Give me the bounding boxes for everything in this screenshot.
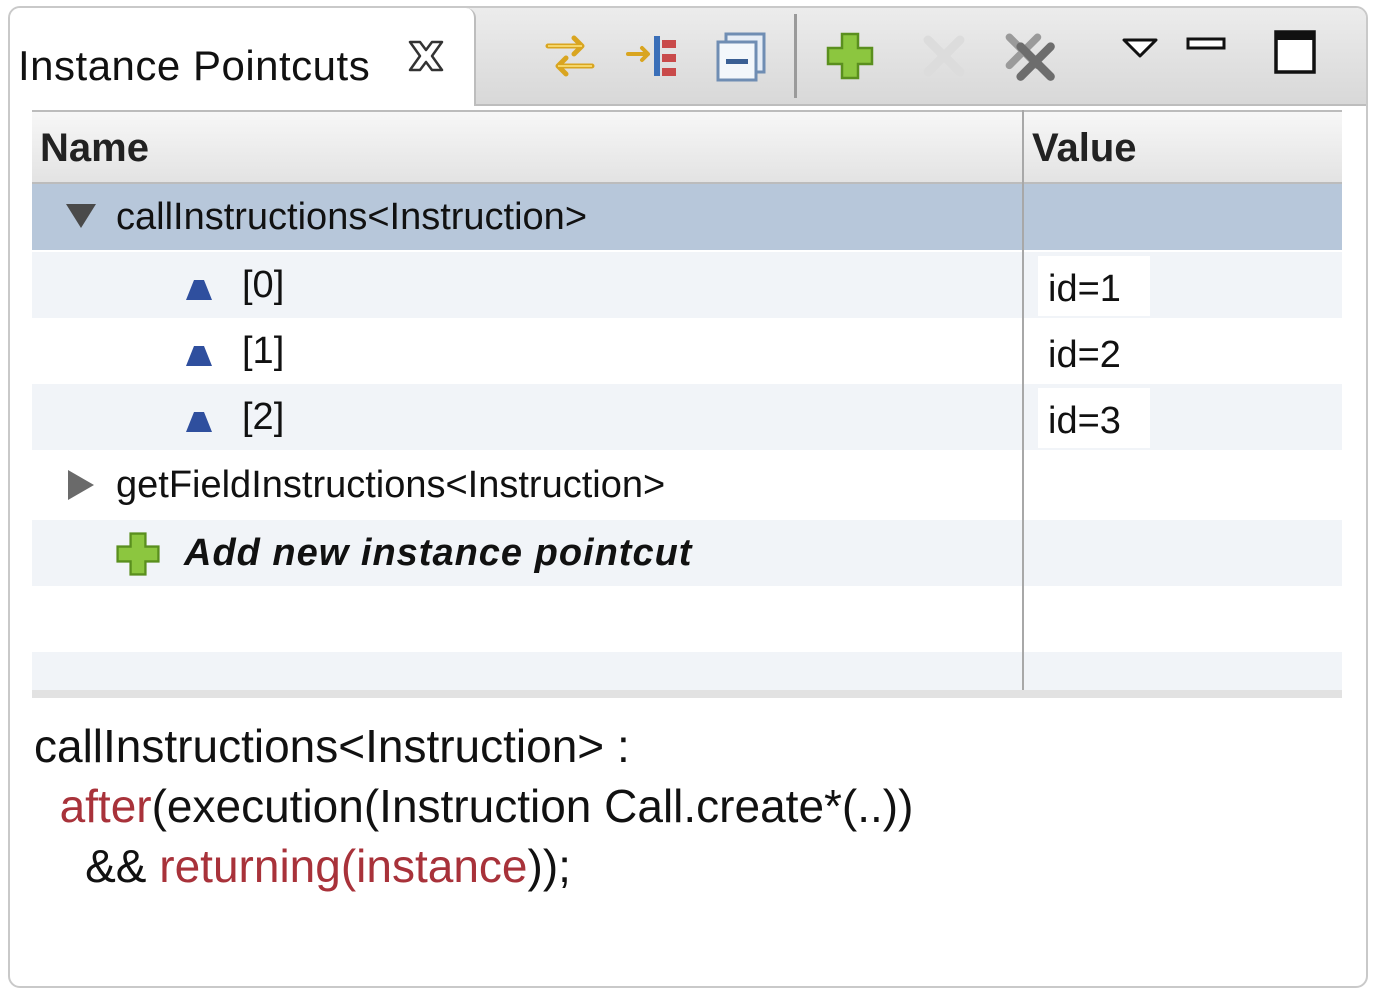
row-value: id=3 xyxy=(1048,400,1121,442)
instance-icon xyxy=(186,280,212,300)
row-value: id=1 xyxy=(1048,268,1121,310)
view-tab-bar: Instance Pointcuts xyxy=(10,8,1366,106)
instance-icon xyxy=(186,412,212,432)
row-name: callInstructions<Instruction> xyxy=(116,196,588,238)
column-header-name[interactable]: Name xyxy=(40,126,149,171)
add-instance-pointcut-label: Add new instance pointcut xyxy=(184,532,693,574)
pointcut-table: Name Value callInstructions<Instruction>… xyxy=(32,110,1342,698)
column-header-value[interactable]: Value xyxy=(1032,126,1137,171)
add-instance-pointcut-row[interactable]: Add new instance pointcut xyxy=(32,520,1342,586)
maximize-icon[interactable] xyxy=(1266,22,1326,82)
view-menu-icon[interactable] xyxy=(1110,18,1170,78)
keyword-after: after xyxy=(59,780,152,832)
remove-all-icon[interactable] xyxy=(1000,26,1060,86)
row-name: [1] xyxy=(242,330,285,372)
empty-row xyxy=(32,652,1342,690)
remove-icon[interactable] xyxy=(914,26,974,86)
table-row[interactable]: [2] id=3 xyxy=(32,384,1342,450)
collapsed-triangle-icon[interactable] xyxy=(64,468,98,502)
collapse-all-icon[interactable] xyxy=(712,26,772,86)
table-row[interactable]: [1] id=2 xyxy=(32,318,1342,384)
add-icon[interactable] xyxy=(820,26,880,86)
keyword-instance: instance xyxy=(356,840,528,892)
instance-icon xyxy=(186,346,212,366)
definition-line-3-end: )); xyxy=(527,840,571,892)
row-value: id=2 xyxy=(1048,334,1121,376)
definition-line-2: (execution(Instruction Call.create*(..)) xyxy=(151,780,914,832)
definition-line-1: callInstructions<Instruction> : xyxy=(34,720,630,772)
instance-pointcuts-view: Instance Pointcuts Name Value callInstru… xyxy=(8,6,1368,988)
show-in-editor-icon[interactable] xyxy=(624,26,684,86)
keyword-returning: returning xyxy=(159,840,341,892)
table-row[interactable]: callInstructions<Instruction> xyxy=(32,184,1342,250)
expanded-triangle-icon[interactable] xyxy=(64,200,98,230)
tab-title: Instance Pointcuts xyxy=(18,42,371,89)
table-row[interactable]: [0] id=1 xyxy=(32,252,1342,318)
column-separator[interactable] xyxy=(1022,110,1024,690)
row-name: [2] xyxy=(242,396,285,438)
pointcut-definition: callInstructions<Instruction> : after(ex… xyxy=(34,716,913,896)
row-name: getFieldInstructions<Instruction> xyxy=(116,464,666,506)
add-icon xyxy=(116,532,160,576)
operator-and: && xyxy=(85,840,160,892)
view-tab[interactable]: Instance Pointcuts xyxy=(10,8,476,106)
toolbar-separator xyxy=(794,14,797,98)
link-with-editor-icon[interactable] xyxy=(540,26,600,86)
table-header: Name Value xyxy=(32,110,1342,184)
table-bottom-border xyxy=(32,690,1342,698)
row-name: [0] xyxy=(242,264,285,306)
empty-row xyxy=(32,586,1342,652)
close-icon[interactable] xyxy=(406,36,446,76)
minimize-icon[interactable] xyxy=(1178,14,1238,74)
open-paren: ( xyxy=(340,840,357,892)
table-row[interactable]: getFieldInstructions<Instruction> xyxy=(32,452,1342,518)
